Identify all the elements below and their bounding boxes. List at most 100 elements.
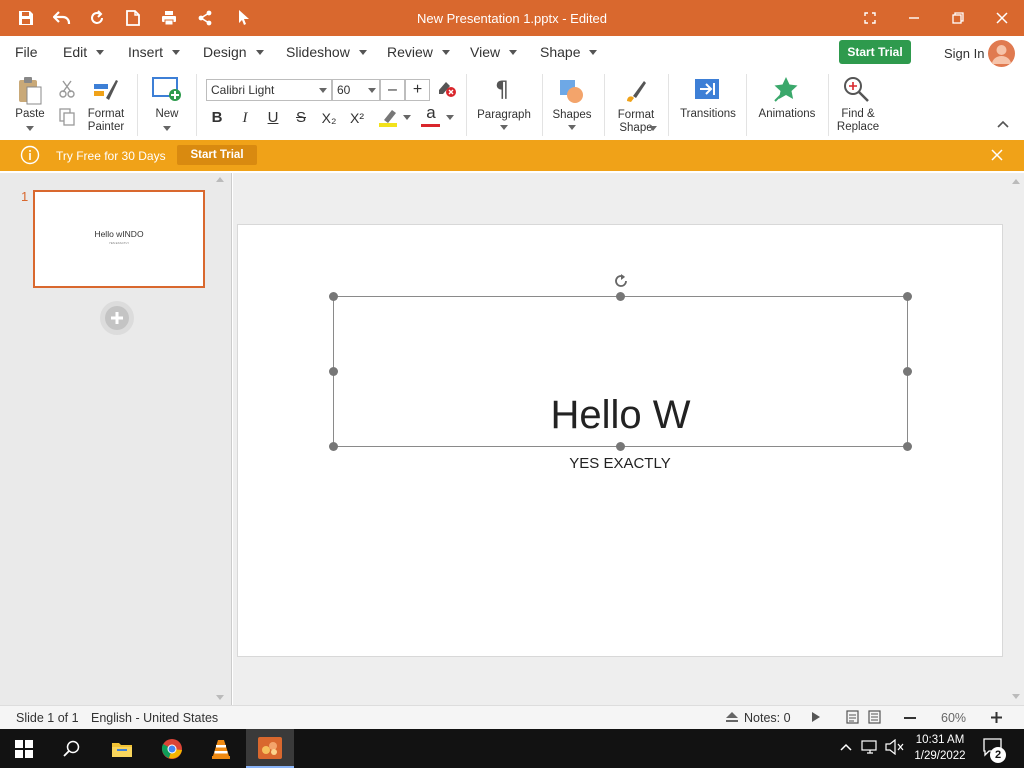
paragraph-icon[interactable]: ¶ <box>495 78 509 103</box>
menu-insert[interactable]: Insert <box>128 44 181 60</box>
search-icon[interactable] <box>48 729 96 768</box>
clock-time: 10:31 AM <box>915 734 965 746</box>
format-painter-label[interactable]: Format Painter <box>84 108 128 134</box>
resize-handle-n[interactable] <box>616 292 625 301</box>
menu-view[interactable]: View <box>470 44 518 60</box>
resize-handle-ne[interactable] <box>903 292 912 301</box>
outline-view-icon[interactable] <box>868 710 881 727</box>
vlc-icon[interactable] <box>197 729 245 768</box>
menu-slideshow[interactable]: Slideshow <box>286 44 367 60</box>
minimize-icon[interactable] <box>892 0 936 36</box>
network-icon[interactable] <box>861 739 879 758</box>
thumbnail-number: 1 <box>21 189 29 204</box>
infobar-start-trial-button[interactable]: Start Trial <box>177 145 257 165</box>
resize-handle-se[interactable] <box>903 442 912 451</box>
shapes-label[interactable]: Shapes <box>548 109 596 122</box>
highlight-icon[interactable] <box>378 108 400 131</box>
italic-button[interactable]: I <box>234 107 256 129</box>
sign-in-link[interactable]: Sign In <box>944 46 984 61</box>
increase-font-button[interactable]: + <box>405 79 430 101</box>
cut-icon[interactable] <box>59 80 75 101</box>
zoom-out-button[interactable] <box>904 717 916 719</box>
collapse-ribbon-icon[interactable] <box>996 118 1010 132</box>
resize-handle-s[interactable] <box>616 442 625 451</box>
play-slideshow-icon[interactable] <box>811 711 821 726</box>
normal-view-icon[interactable] <box>846 710 859 727</box>
start-trial-button[interactable]: Start Trial <box>839 40 911 64</box>
notes-toggle-icon[interactable] <box>725 710 739 727</box>
format-shape-icon[interactable] <box>624 78 648 107</box>
new-slide-icon[interactable] <box>152 76 182 105</box>
title-textbox[interactable]: Hello W <box>333 296 908 447</box>
paste-label[interactable]: Paste <box>12 108 48 121</box>
transitions-icon[interactable] <box>694 78 720 105</box>
menu-file[interactable]: File <box>15 44 38 60</box>
menu-edit[interactable]: Edit <box>63 44 105 60</box>
menu-review[interactable]: Review <box>387 44 450 60</box>
find-replace-label[interactable]: Find & Replace <box>832 108 884 134</box>
shapes-icon[interactable] <box>558 78 584 107</box>
chrome-icon[interactable] <box>148 729 196 768</box>
notes-count[interactable]: Notes: 0 <box>744 711 791 725</box>
windows-start-icon[interactable] <box>0 729 48 768</box>
zoom-in-button[interactable] <box>990 711 1003 727</box>
menu-design[interactable]: Design <box>203 44 264 60</box>
font-color-button[interactable]: a <box>420 104 442 122</box>
file-explorer-icon[interactable] <box>98 729 146 768</box>
slide-canvas[interactable]: Hello W YES EXACTLY <box>237 224 1003 657</box>
font-name-select[interactable]: Calibri Light <box>206 79 332 101</box>
subscript-button[interactable]: X₂ <box>318 107 340 129</box>
copy-icon[interactable] <box>59 108 75 129</box>
panel-scroll-down-icon[interactable] <box>216 695 224 700</box>
clock-date: 1/29/2022 <box>914 750 966 762</box>
language-status[interactable]: English - United States <box>91 711 218 725</box>
underline-button[interactable]: U <box>262 107 284 129</box>
slide-subtitle-text[interactable]: YES EXACTLY <box>238 455 1002 472</box>
strikethrough-button[interactable]: S <box>290 107 312 129</box>
menu-shape[interactable]: Shape <box>540 44 598 60</box>
resize-handle-sw[interactable] <box>329 442 338 451</box>
close-icon[interactable] <box>980 0 1024 36</box>
fullscreen-icon[interactable] <box>848 0 892 36</box>
new-slide-label[interactable]: New <box>147 108 187 121</box>
clock[interactable]: 10:31 AM 1/29/2022 <box>912 732 968 764</box>
paragraph-dropdown-icon[interactable] <box>500 125 508 130</box>
avatar[interactable] <box>988 40 1015 67</box>
find-replace-icon[interactable] <box>842 75 870 106</box>
paragraph-label[interactable]: Paragraph <box>474 109 534 122</box>
clear-format-icon[interactable] <box>437 80 457 101</box>
font-name-dropdown-icon[interactable] <box>319 88 327 93</box>
highlight-dropdown-icon[interactable] <box>403 115 411 120</box>
bold-button[interactable]: B <box>206 107 228 129</box>
panel-scroll-up-icon[interactable] <box>216 177 224 182</box>
add-slide-button[interactable] <box>100 301 134 335</box>
decrease-font-button[interactable]: – <box>380 79 405 101</box>
new-dropdown-icon[interactable] <box>163 126 171 131</box>
zoom-level[interactable]: 60% <box>941 711 966 725</box>
editor-scroll-up-icon[interactable] <box>1012 179 1020 184</box>
format-painter-icon[interactable] <box>93 76 119 105</box>
restore-icon[interactable] <box>936 0 980 36</box>
resize-handle-e[interactable] <box>903 367 912 376</box>
slide-title-text[interactable]: Hello W <box>334 393 907 437</box>
format-shape-label[interactable]: Format Shape <box>610 109 662 135</box>
show-hidden-icons-icon[interactable] <box>839 741 853 755</box>
animations-icon[interactable] <box>772 75 800 106</box>
paste-icon[interactable] <box>17 76 43 109</box>
presentation-app-taskbar-icon[interactable] <box>246 729 294 768</box>
transitions-label[interactable]: Transitions <box>676 108 740 121</box>
animations-label[interactable]: Animations <box>754 108 820 121</box>
resize-handle-w[interactable] <box>329 367 338 376</box>
font-color-dropdown-icon[interactable] <box>446 115 454 120</box>
paste-dropdown-icon[interactable] <box>26 126 34 131</box>
format-shape-dropdown-icon[interactable] <box>649 126 657 131</box>
font-size-dropdown-icon[interactable] <box>368 88 376 93</box>
dismiss-infobar-icon[interactable] <box>990 148 1004 165</box>
resize-handle-nw[interactable] <box>329 292 338 301</box>
editor-scroll-down-icon[interactable] <box>1012 694 1020 699</box>
volume-muted-icon[interactable] <box>885 738 905 758</box>
superscript-button[interactable]: X² <box>346 107 368 129</box>
slide-thumbnail-1[interactable]: Hello wINDO YES EXACTLY <box>33 190 205 288</box>
shapes-dropdown-icon[interactable] <box>568 125 576 130</box>
rotate-handle-icon[interactable] <box>613 273 629 292</box>
